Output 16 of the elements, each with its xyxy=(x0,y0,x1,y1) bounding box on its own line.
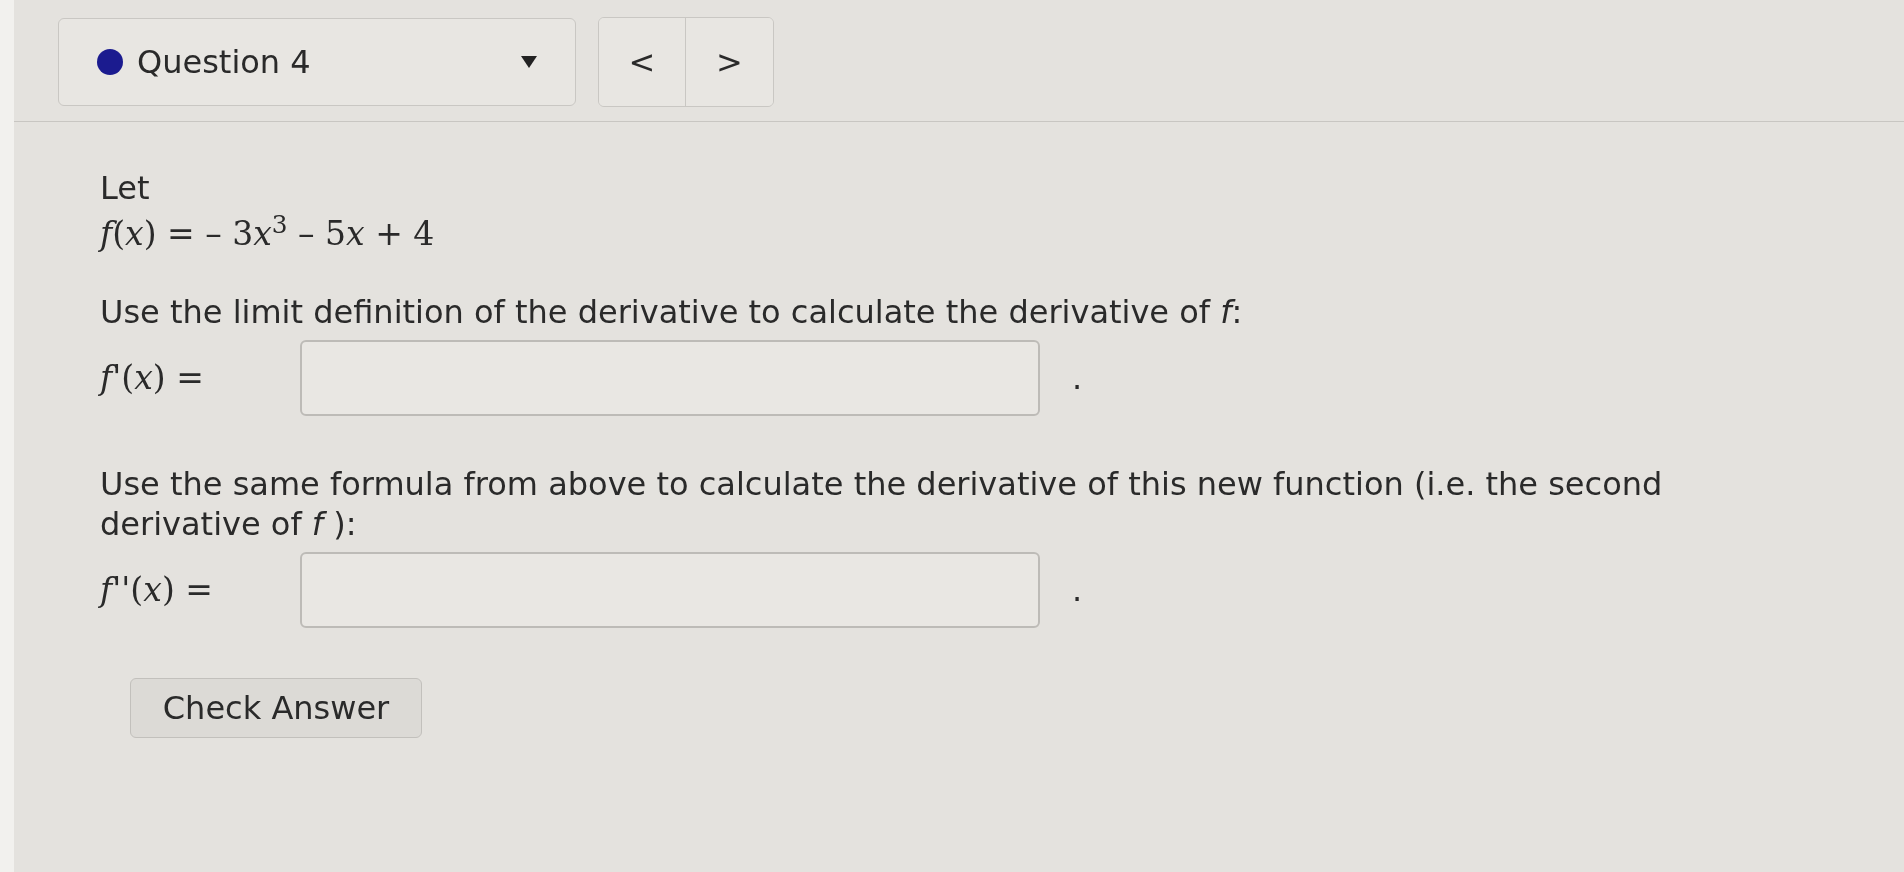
question-prompt: Use the limit definition of the derivative to calculate the derivative of f: xyxy=(100,292,1244,332)
answer-field[interactable] xyxy=(300,552,1040,628)
previous-button[interactable]: < xyxy=(599,18,686,106)
question-label: Question 4 xyxy=(137,42,312,83)
intro-text: Let xyxy=(100,168,151,209)
answer-label: f'(x) = xyxy=(100,357,205,400)
function-formula: f(x) = – 3x$^{3}$ – 5x + 4 xyxy=(100,210,436,255)
period-text: . xyxy=(1072,570,1083,611)
question-prompt: Use the same formula from above to calculate the derivative of this new function (i.e. the second derivative of f ): xyxy=(100,464,1664,544)
period-text: . xyxy=(1072,358,1083,399)
next-button[interactable]: > xyxy=(686,18,773,106)
answer-field[interactable] xyxy=(300,340,1040,416)
question-dropdown[interactable]: Question 4 xyxy=(58,18,576,106)
caret-icon xyxy=(521,56,537,68)
answer-label: f''(x) = xyxy=(100,569,214,612)
check-answer-button[interactable]: Check Answer xyxy=(130,678,422,738)
